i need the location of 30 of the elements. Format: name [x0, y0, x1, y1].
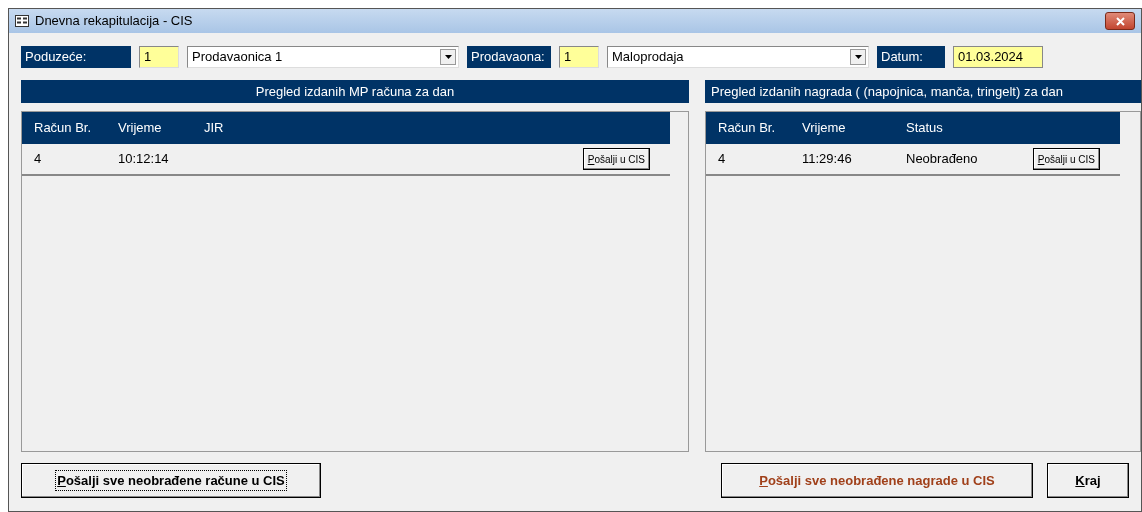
send-button[interactable]: Pošalji u CIS	[582, 148, 650, 170]
date-field[interactable]: 01.03.2024	[953, 46, 1043, 68]
table-cell-text: 4	[717, 150, 727, 169]
column-header: Vrijeme	[117, 119, 163, 138]
column-header: Vrijeme	[801, 119, 847, 138]
action-button[interactable]: Pošalji sve neobrađene nagrade u CIS	[721, 463, 1033, 498]
table-cell-text: Neobrađeno	[905, 150, 979, 169]
form-icon	[15, 15, 29, 27]
close-button[interactable]	[1105, 12, 1135, 30]
table-cell-text: 10:12:14	[117, 150, 170, 169]
dropdown-field[interactable]: Maloprodaja	[607, 46, 869, 68]
code-field[interactable]: 1	[559, 46, 599, 68]
action-button[interactable]: Pošalji sve neobrađene račune u CIS	[21, 463, 321, 498]
column-header: Račun Br.	[717, 119, 777, 138]
code-field[interactable]: 1	[139, 46, 179, 68]
table-cell-text: 4	[33, 150, 43, 169]
window-title: Dnevna rekapitulacija - CIS	[35, 12, 193, 31]
send-button[interactable]: Pošalji u CIS	[1032, 148, 1100, 170]
close-icon	[1115, 17, 1125, 27]
action-button[interactable]: Kraj	[1047, 463, 1129, 498]
column-header: Račun Br.	[33, 119, 93, 138]
column-header: Status	[905, 119, 944, 138]
table-cell-text: 11:29:46	[801, 150, 853, 169]
field-label: Prodavaona:	[467, 46, 551, 68]
panel-header: Pregled izdanih nagrada ( (napojnica, manča, tringelt) za dan	[705, 80, 1141, 103]
dropdown-field[interactable]: Prodavaonica 1	[187, 46, 459, 68]
field-label: Datum:	[877, 46, 945, 68]
column-header: JIR	[203, 119, 225, 138]
panel-header: Pregled izdanih MP računa za dan	[21, 80, 689, 103]
field-label: Poduzeće:	[21, 46, 131, 68]
